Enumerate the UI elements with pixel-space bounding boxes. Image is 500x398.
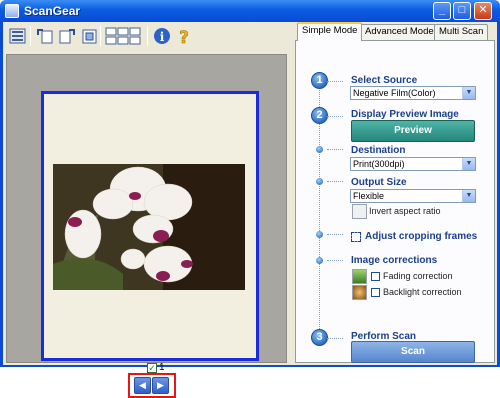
frame-number: 1: [159, 362, 165, 373]
preview-button[interactable]: Preview: [351, 120, 475, 142]
preview-area: ✓ 1 ◀ ▶: [6, 54, 287, 398]
display-preview-label: Display Preview Image: [351, 109, 459, 120]
info-icon[interactable]: i: [151, 25, 173, 47]
step-1-icon: 1: [311, 72, 328, 89]
dotted-connector: [327, 116, 343, 117]
invert-aspect-ratio-icon[interactable]: [352, 204, 367, 219]
window-title: ScanGear: [24, 4, 81, 18]
settings-panel: Simple Mode Advanced Mode Multi Scan 1 S…: [293, 22, 497, 365]
step-dot-icon: [316, 231, 323, 238]
select-source-value: Negative Film(Color): [353, 88, 436, 98]
fading-correction-label: Fading correction: [383, 271, 453, 281]
output-size-value: Flexible: [353, 191, 385, 201]
toolbar: i ?: [3, 22, 293, 50]
app-icon: [5, 4, 19, 18]
toolbar-separator: [30, 26, 31, 46]
destination-dropdown[interactable]: Print(300dpi) ▼: [350, 157, 476, 171]
dotted-connector: [327, 181, 343, 182]
close-button[interactable]: ✕: [474, 2, 492, 20]
maximize-button[interactable]: □: [453, 2, 471, 20]
image-corrections-label: Image corrections: [351, 255, 438, 266]
scangear-window: ScanGear _ □ ✕ i ? ✓ 1 ◀ ▶ Simple Mode A…: [0, 0, 500, 398]
adjust-cropping-frames-link[interactable]: Adjust cropping frames: [365, 231, 477, 242]
dotted-connector: [327, 260, 343, 261]
client-area: i ? ✓ 1 ◀ ▶ Simple Mode Advanced Mode Mu…: [3, 22, 497, 398]
step-dot-icon: [316, 257, 323, 264]
help-glyph: ?: [179, 28, 189, 46]
invert-aspect-ratio-label: Invert aspect ratio: [369, 206, 441, 216]
chevron-down-icon[interactable]: ▼: [462, 190, 475, 202]
dotted-connector: [327, 234, 343, 235]
select-source-dropdown[interactable]: Negative Film(Color) ▼: [350, 86, 476, 100]
scan-button[interactable]: Scan: [351, 341, 475, 363]
fading-correction-checkbox[interactable]: [371, 272, 380, 281]
preview-frame[interactable]: [41, 91, 259, 361]
destination-value: Print(300dpi): [353, 159, 405, 169]
select-source-label: Select Source: [351, 75, 418, 86]
backlight-correction-checkbox[interactable]: [371, 288, 380, 297]
rotate-right-icon[interactable]: [56, 25, 78, 47]
output-size-label: Output Size: [351, 177, 407, 188]
tab-multi-scan[interactable]: Multi Scan: [434, 24, 489, 40]
crop-frame-icon: [351, 232, 361, 242]
thumbnail-view-icon[interactable]: [104, 25, 144, 47]
toolbar-separator: [100, 26, 101, 46]
minimize-button[interactable]: _: [433, 2, 451, 20]
step-dot-icon: [316, 146, 323, 153]
backlight-correction-label: Backlight correction: [383, 287, 462, 297]
scan-all-icon[interactable]: [7, 25, 29, 47]
backlight-correction-icon: [352, 285, 367, 300]
help-icon[interactable]: ?: [173, 25, 195, 47]
chevron-down-icon[interactable]: ▼: [462, 87, 475, 99]
crop-icon[interactable]: [78, 25, 100, 47]
fading-correction-icon: [352, 269, 367, 284]
output-size-dropdown[interactable]: Flexible ▼: [350, 189, 476, 203]
next-frame-button[interactable]: ▶: [152, 377, 169, 394]
frame-checkbox[interactable]: ✓: [147, 363, 157, 373]
title-bar[interactable]: ScanGear _ □ ✕: [0, 0, 500, 22]
step-dot-icon: [316, 178, 323, 185]
destination-label: Destination: [351, 145, 406, 156]
rotate-left-icon[interactable]: [34, 25, 56, 47]
toolbar-separator: [147, 26, 148, 46]
tab-simple-mode[interactable]: Simple Mode: [297, 22, 363, 41]
dotted-connector: [327, 338, 343, 339]
step-2-icon: 2: [311, 107, 328, 124]
info-glyph: i: [160, 30, 165, 44]
preview-image: [53, 164, 245, 290]
chevron-down-icon[interactable]: ▼: [462, 158, 475, 170]
step-3-icon: 3: [311, 329, 328, 346]
dotted-connector: [327, 149, 343, 150]
tab-advanced-mode[interactable]: Advanced Mode: [360, 24, 439, 40]
previous-frame-button[interactable]: ◀: [134, 377, 151, 394]
dotted-connector: [327, 81, 343, 82]
simple-mode-content: 1 Select Source Negative Film(Color) ▼ 2…: [295, 40, 495, 363]
